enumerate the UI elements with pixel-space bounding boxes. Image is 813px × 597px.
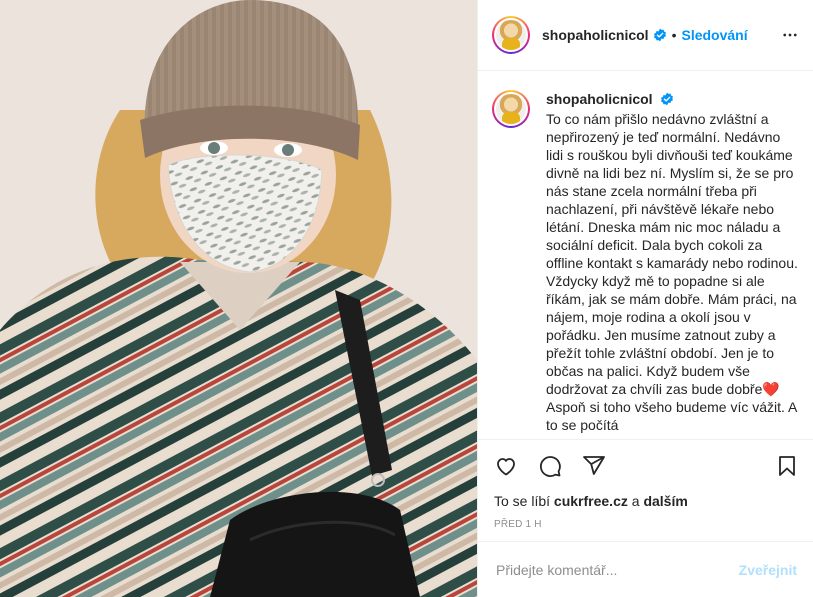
post-header: shopaholicnicol • Sledování	[478, 0, 813, 71]
comment-bubble-icon[interactable]	[536, 452, 564, 480]
avatar-frame	[494, 18, 528, 52]
heart-outline-icon[interactable]	[492, 452, 520, 480]
caption-text-part: To co nám přišlo nedávno zvláštní a nepř…	[546, 111, 798, 397]
verified-badge-icon	[660, 92, 674, 106]
likes-prefix: To se líbí	[494, 493, 551, 509]
liked-by-user-link[interactable]: cukrfree.cz	[554, 493, 628, 509]
red-heart-emoji: ❤️	[762, 381, 780, 397]
publish-comment-button[interactable]: Zveřejnit	[739, 562, 797, 578]
action-bar	[478, 440, 813, 492]
avatar-frame	[494, 92, 528, 126]
likes-joiner: a	[631, 493, 640, 509]
instagram-post: shopaholicnicol • Sledování shopaholicni…	[0, 0, 813, 597]
likes-summary: To se líbí cukrfree.cz a dalším	[478, 492, 813, 510]
caption-section: shopaholicnicol To co nám přišlo nedávno…	[478, 71, 813, 440]
comment-input[interactable]	[494, 560, 739, 579]
liked-by-others-link[interactable]: dalším	[643, 493, 687, 509]
caption-text-part: Aspoň si toho všeho budeme víc vážit. A …	[546, 399, 797, 433]
post-side-panel: shopaholicnicol • Sledování shopaholicni…	[477, 0, 813, 597]
more-horizontal-icon[interactable]	[781, 26, 799, 44]
caption-username[interactable]: shopaholicnicol	[546, 91, 653, 107]
avatar-image	[496, 94, 526, 124]
caption-author-avatar[interactable]	[492, 90, 530, 128]
caption-text: To co nám přišlo nedávno zvláštní a nepř…	[546, 110, 799, 434]
author-avatar[interactable]	[492, 16, 530, 54]
post-timestamp[interactable]: Před 1 h	[478, 510, 813, 530]
author-username[interactable]: shopaholicnicol	[542, 27, 649, 43]
follow-button[interactable]: Sledování	[681, 27, 747, 43]
post-photo[interactable]	[0, 0, 477, 597]
bookmark-icon[interactable]	[773, 452, 801, 480]
verified-badge-icon	[653, 28, 667, 42]
avatar-image	[496, 20, 526, 50]
paper-plane-icon[interactable]	[580, 452, 608, 480]
header-separator: •	[671, 27, 677, 43]
caption-body: shopaholicnicol To co nám přišlo nedávno…	[546, 90, 799, 439]
photo-illustration	[0, 0, 477, 597]
comment-form: Zveřejnit	[478, 541, 813, 597]
